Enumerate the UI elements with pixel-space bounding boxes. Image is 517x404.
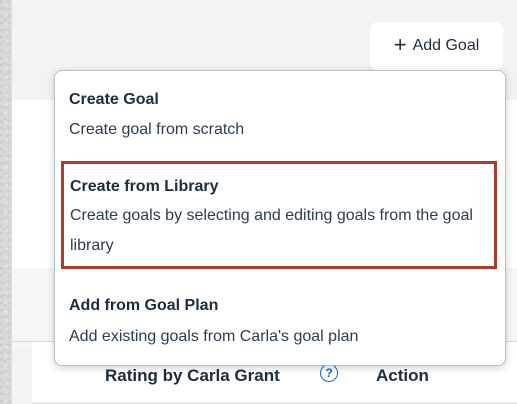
plus-icon: +	[393, 32, 407, 57]
menu-item-create-from-library[interactable]: Create from Library Create goals by sele…	[61, 161, 497, 269]
menu-item-title: Add from Goal Plan	[69, 297, 219, 314]
column-header-rating: Rating by Carla Grant	[105, 366, 280, 385]
menu-item-title: Create from Library	[70, 178, 219, 195]
help-icon[interactable]: ?	[320, 364, 338, 382]
menu-item-add-from-goal-plan[interactable]: Add from Goal Plan Add existing goals fr…	[55, 285, 505, 355]
add-goal-label: Add Goal	[412, 37, 480, 54]
menu-item-description: Add existing goals from Carla's goal pla…	[69, 328, 359, 345]
menu-item-create-goal[interactable]: Create Goal Create goal from scratch	[55, 85, 505, 147]
menu-item-description: Create goal from scratch	[69, 121, 245, 138]
column-header-action: Action	[376, 366, 429, 385]
menu-item-description: Create goals by selecting and editing go…	[70, 207, 473, 254]
add-goal-menu: Create Goal Create goal from scratch Cre…	[54, 70, 506, 366]
menu-item-title: Create Goal	[69, 91, 159, 108]
add-goal-button[interactable]: + Add Goal	[370, 22, 503, 70]
